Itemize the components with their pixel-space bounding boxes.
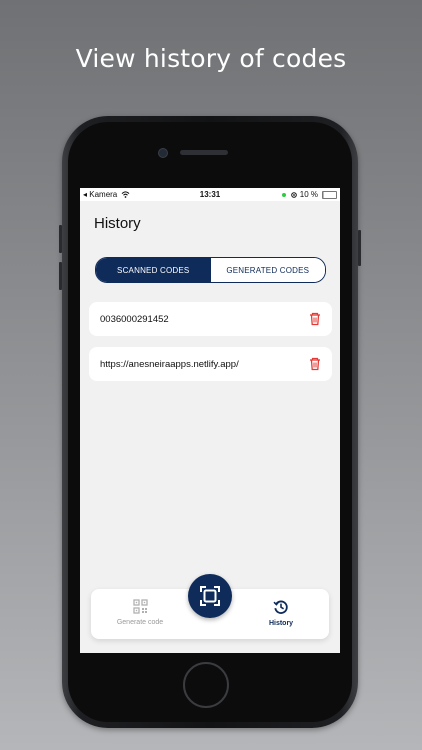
status-right: 10 % xyxy=(282,190,318,199)
headline: View history of codes xyxy=(75,44,347,73)
status-bar: ◂ Kamera 13:31 10 % xyxy=(80,188,340,201)
recording-dot-icon xyxy=(282,192,287,197)
location-icon xyxy=(290,192,297,198)
history-item-value: https://anesneiraapps.netlify.app/ xyxy=(100,359,239,370)
page-title: History xyxy=(94,215,141,232)
nav-generate-label: Generate code xyxy=(116,619,164,626)
trash-icon[interactable] xyxy=(308,312,322,326)
history-icon xyxy=(273,600,288,614)
history-item[interactable]: https://anesneiraapps.netlify.app/ xyxy=(89,347,332,381)
earpiece-speaker xyxy=(180,150,228,155)
history-tabs: SCANNED CODES GENERATED CODES xyxy=(95,257,326,283)
volume-down-button xyxy=(59,262,62,290)
nav-history-label: History xyxy=(268,620,294,627)
battery-percent: 10 % xyxy=(299,190,318,199)
nav-generate-code[interactable]: Generate code xyxy=(105,599,175,626)
tab-generated-codes[interactable]: GENERATED CODES xyxy=(210,258,325,282)
battery-level xyxy=(323,192,325,198)
qr-code-icon xyxy=(132,599,148,614)
trash-icon[interactable] xyxy=(308,357,322,371)
tab-scanned-codes[interactable]: SCANNED CODES xyxy=(96,258,211,282)
battery-icon xyxy=(322,191,337,199)
history-item-value: 0036000291452 xyxy=(100,314,169,325)
scan-button[interactable] xyxy=(188,574,232,618)
power-button xyxy=(358,230,361,266)
scan-frame-icon xyxy=(200,586,220,606)
history-item[interactable]: 0036000291452 xyxy=(89,302,332,336)
nav-history[interactable]: History xyxy=(246,599,316,627)
front-camera xyxy=(158,148,168,158)
volume-up-button xyxy=(59,225,62,253)
app-screen: ◂ Kamera 13:31 10 % History SCANNED CODE… xyxy=(80,188,340,653)
home-button[interactable] xyxy=(183,662,229,708)
